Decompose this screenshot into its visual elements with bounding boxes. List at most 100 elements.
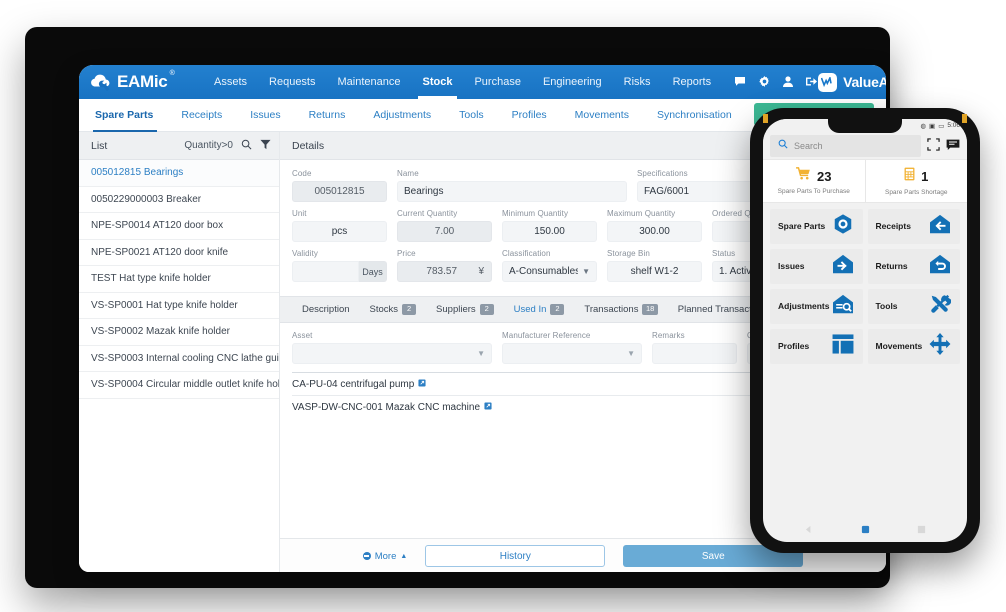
row-asset-name: VASP-DW-CNC-001 Mazak CNC machine (292, 402, 480, 413)
mobile-search-input[interactable]: Search (770, 135, 921, 157)
list-item[interactable]: NPE-SP0014 AT120 door box (79, 213, 279, 240)
chevron-down-icon: ▼ (582, 267, 590, 276)
battery-icon: ▭ (938, 122, 944, 130)
field-storage-bin-input[interactable]: shelf W1-2 (607, 261, 702, 282)
field-unit-value[interactable]: pcs (292, 221, 387, 242)
outbound-icon (832, 254, 854, 279)
valueapex-logo-icon (818, 73, 837, 92)
logo-wordmark: EAMic® (117, 72, 167, 92)
list-title: List (91, 140, 107, 152)
user-icon[interactable] (783, 76, 793, 89)
tab-suppliers[interactable]: Suppliers 2 (426, 304, 504, 315)
tile-spare-parts[interactable]: Spare Parts (770, 209, 863, 244)
nav-item-reports[interactable]: Reports (662, 65, 723, 99)
chat-icon[interactable] (734, 76, 746, 89)
field-name-label: Name (397, 169, 627, 178)
kpi-caption: Spare Parts To Purchase (778, 188, 850, 195)
nav-item-maintenance[interactable]: Maintenance (327, 65, 412, 99)
nav-item-stock[interactable]: Stock (412, 65, 464, 99)
nut-icon (832, 213, 854, 240)
nav-item-assets[interactable]: Assets (203, 65, 258, 99)
tab-used-in[interactable]: Used In 2 (504, 304, 575, 315)
history-button[interactable]: History (425, 545, 605, 567)
field-classification-label: Classification (502, 249, 597, 258)
field-current-quantity-value: 7.00 (397, 221, 492, 242)
column-asset-label: Asset (292, 331, 492, 340)
asset-filter-select[interactable]: ▼ (292, 343, 492, 364)
list-item[interactable]: VS-SP0004 Circular middle outlet knife h… (79, 372, 279, 399)
back-icon[interactable] (805, 521, 814, 539)
tools-icon (929, 293, 951, 320)
list-item[interactable]: TEST Hat type knife holder (79, 266, 279, 293)
logout-icon[interactable] (806, 76, 818, 89)
nav-item-engineering[interactable]: Engineering (532, 65, 613, 99)
field-classification-select[interactable]: A-Consumables · ▼ (502, 261, 597, 282)
remarks-filter-input[interactable] (652, 343, 737, 364)
tile-issues[interactable]: Issues (770, 249, 863, 284)
subnav-item-issues[interactable]: Issues (236, 99, 294, 131)
tab-transactions[interactable]: Transactions 18 (574, 304, 667, 315)
kpi-spare-parts-to-purchase[interactable]: 23 Spare Parts To Purchase (763, 160, 865, 202)
list-item[interactable]: VS-SP0003 Internal cooling CNC lathe gui… (79, 346, 279, 373)
scan-icon[interactable] (927, 138, 940, 153)
tile-profiles[interactable]: Profiles (770, 329, 863, 364)
field-minimum-quantity-input[interactable]: 150.00 (502, 221, 597, 242)
primary-nav: Assets Requests Maintenance Stock Purcha… (203, 65, 722, 99)
filter-icon[interactable] (260, 137, 271, 155)
mobile-search-row: Search (763, 132, 967, 159)
nav-item-requests[interactable]: Requests (258, 65, 326, 99)
home-icon[interactable] (861, 521, 870, 539)
return-icon (929, 254, 951, 279)
subnav-item-receipts[interactable]: Receipts (167, 99, 236, 131)
list-header: List Quantity>0 (79, 132, 279, 160)
tab-stocks[interactable]: Stocks 2 (360, 304, 427, 315)
field-maximum-quantity-input[interactable]: 300.00 (607, 221, 702, 242)
search-icon[interactable] (241, 137, 252, 155)
subnav-item-adjustments[interactable]: Adjustments (359, 99, 445, 131)
field-maximum-quantity-label: Maximum Quantity (607, 209, 702, 218)
tile-returns[interactable]: Returns (868, 249, 961, 284)
kpi-spare-parts-shortage[interactable]: 1 Spare Parts Shortage (865, 160, 968, 202)
subnav-item-tools[interactable]: Tools (445, 99, 498, 131)
recents-icon[interactable] (917, 521, 926, 539)
tab-label: Stocks (370, 304, 399, 315)
field-code-value: 005012815 (292, 181, 387, 202)
tile-receipts[interactable]: Receipts (868, 209, 961, 244)
field-current-quantity: Current Quantity 7.00 (397, 209, 492, 242)
tile-label: Returns (876, 262, 908, 271)
field-price-label: Price (397, 249, 492, 258)
list-item[interactable]: VS-SP0001 Hat type knife holder (79, 293, 279, 320)
nav-item-purchase[interactable]: Purchase (463, 65, 531, 99)
subnav-item-movements[interactable]: Movements (561, 99, 643, 131)
list-item[interactable]: 005012815 Bearings (79, 160, 279, 187)
tab-description[interactable]: Description (292, 304, 360, 315)
external-link-icon[interactable] (484, 402, 492, 412)
message-icon[interactable] (946, 139, 960, 153)
list-item[interactable]: NPE-SP0021 AT120 door knife (79, 240, 279, 267)
move-icon (929, 333, 951, 360)
column-remarks-label: Remarks (652, 331, 737, 340)
status-right-icons: ◍ ▣ ▭ 5:06 (920, 122, 960, 130)
field-validity-label: Validity (292, 249, 387, 258)
more-button[interactable]: More ▲ (363, 551, 408, 562)
subnav-item-spare-parts[interactable]: Spare Parts (79, 99, 167, 131)
column-asset: Asset ▼ (292, 331, 492, 364)
subnav-item-synchronisation[interactable]: Synchronisation (643, 99, 746, 131)
tile-tools[interactable]: Tools (868, 289, 961, 324)
mobile-tile-grid: Spare Parts Receipts Issues (763, 203, 967, 370)
gear-icon[interactable] (759, 76, 770, 89)
nav-item-risks[interactable]: Risks (613, 65, 662, 99)
tile-movements[interactable]: Movements (868, 329, 961, 364)
clock-label: 5:06 (947, 122, 960, 129)
field-validity-input[interactable] (292, 261, 359, 282)
list-item[interactable]: VS-SP0002 Mazak knife holder (79, 319, 279, 346)
external-link-icon[interactable] (418, 379, 426, 389)
field-name-input[interactable]: Bearings (397, 181, 627, 202)
list-item[interactable]: 0050229000003 Breaker (79, 187, 279, 214)
subnav-item-profiles[interactable]: Profiles (498, 99, 561, 131)
subnav-item-returns[interactable]: Returns (295, 99, 360, 131)
tile-adjustments[interactable]: Adjustments (770, 289, 863, 324)
list-filter-label: Quantity>0 (184, 140, 233, 151)
manufacturer-reference-filter-select[interactable]: ▼ (502, 343, 642, 364)
eamic-logo[interactable]: EAMic® (79, 72, 199, 92)
